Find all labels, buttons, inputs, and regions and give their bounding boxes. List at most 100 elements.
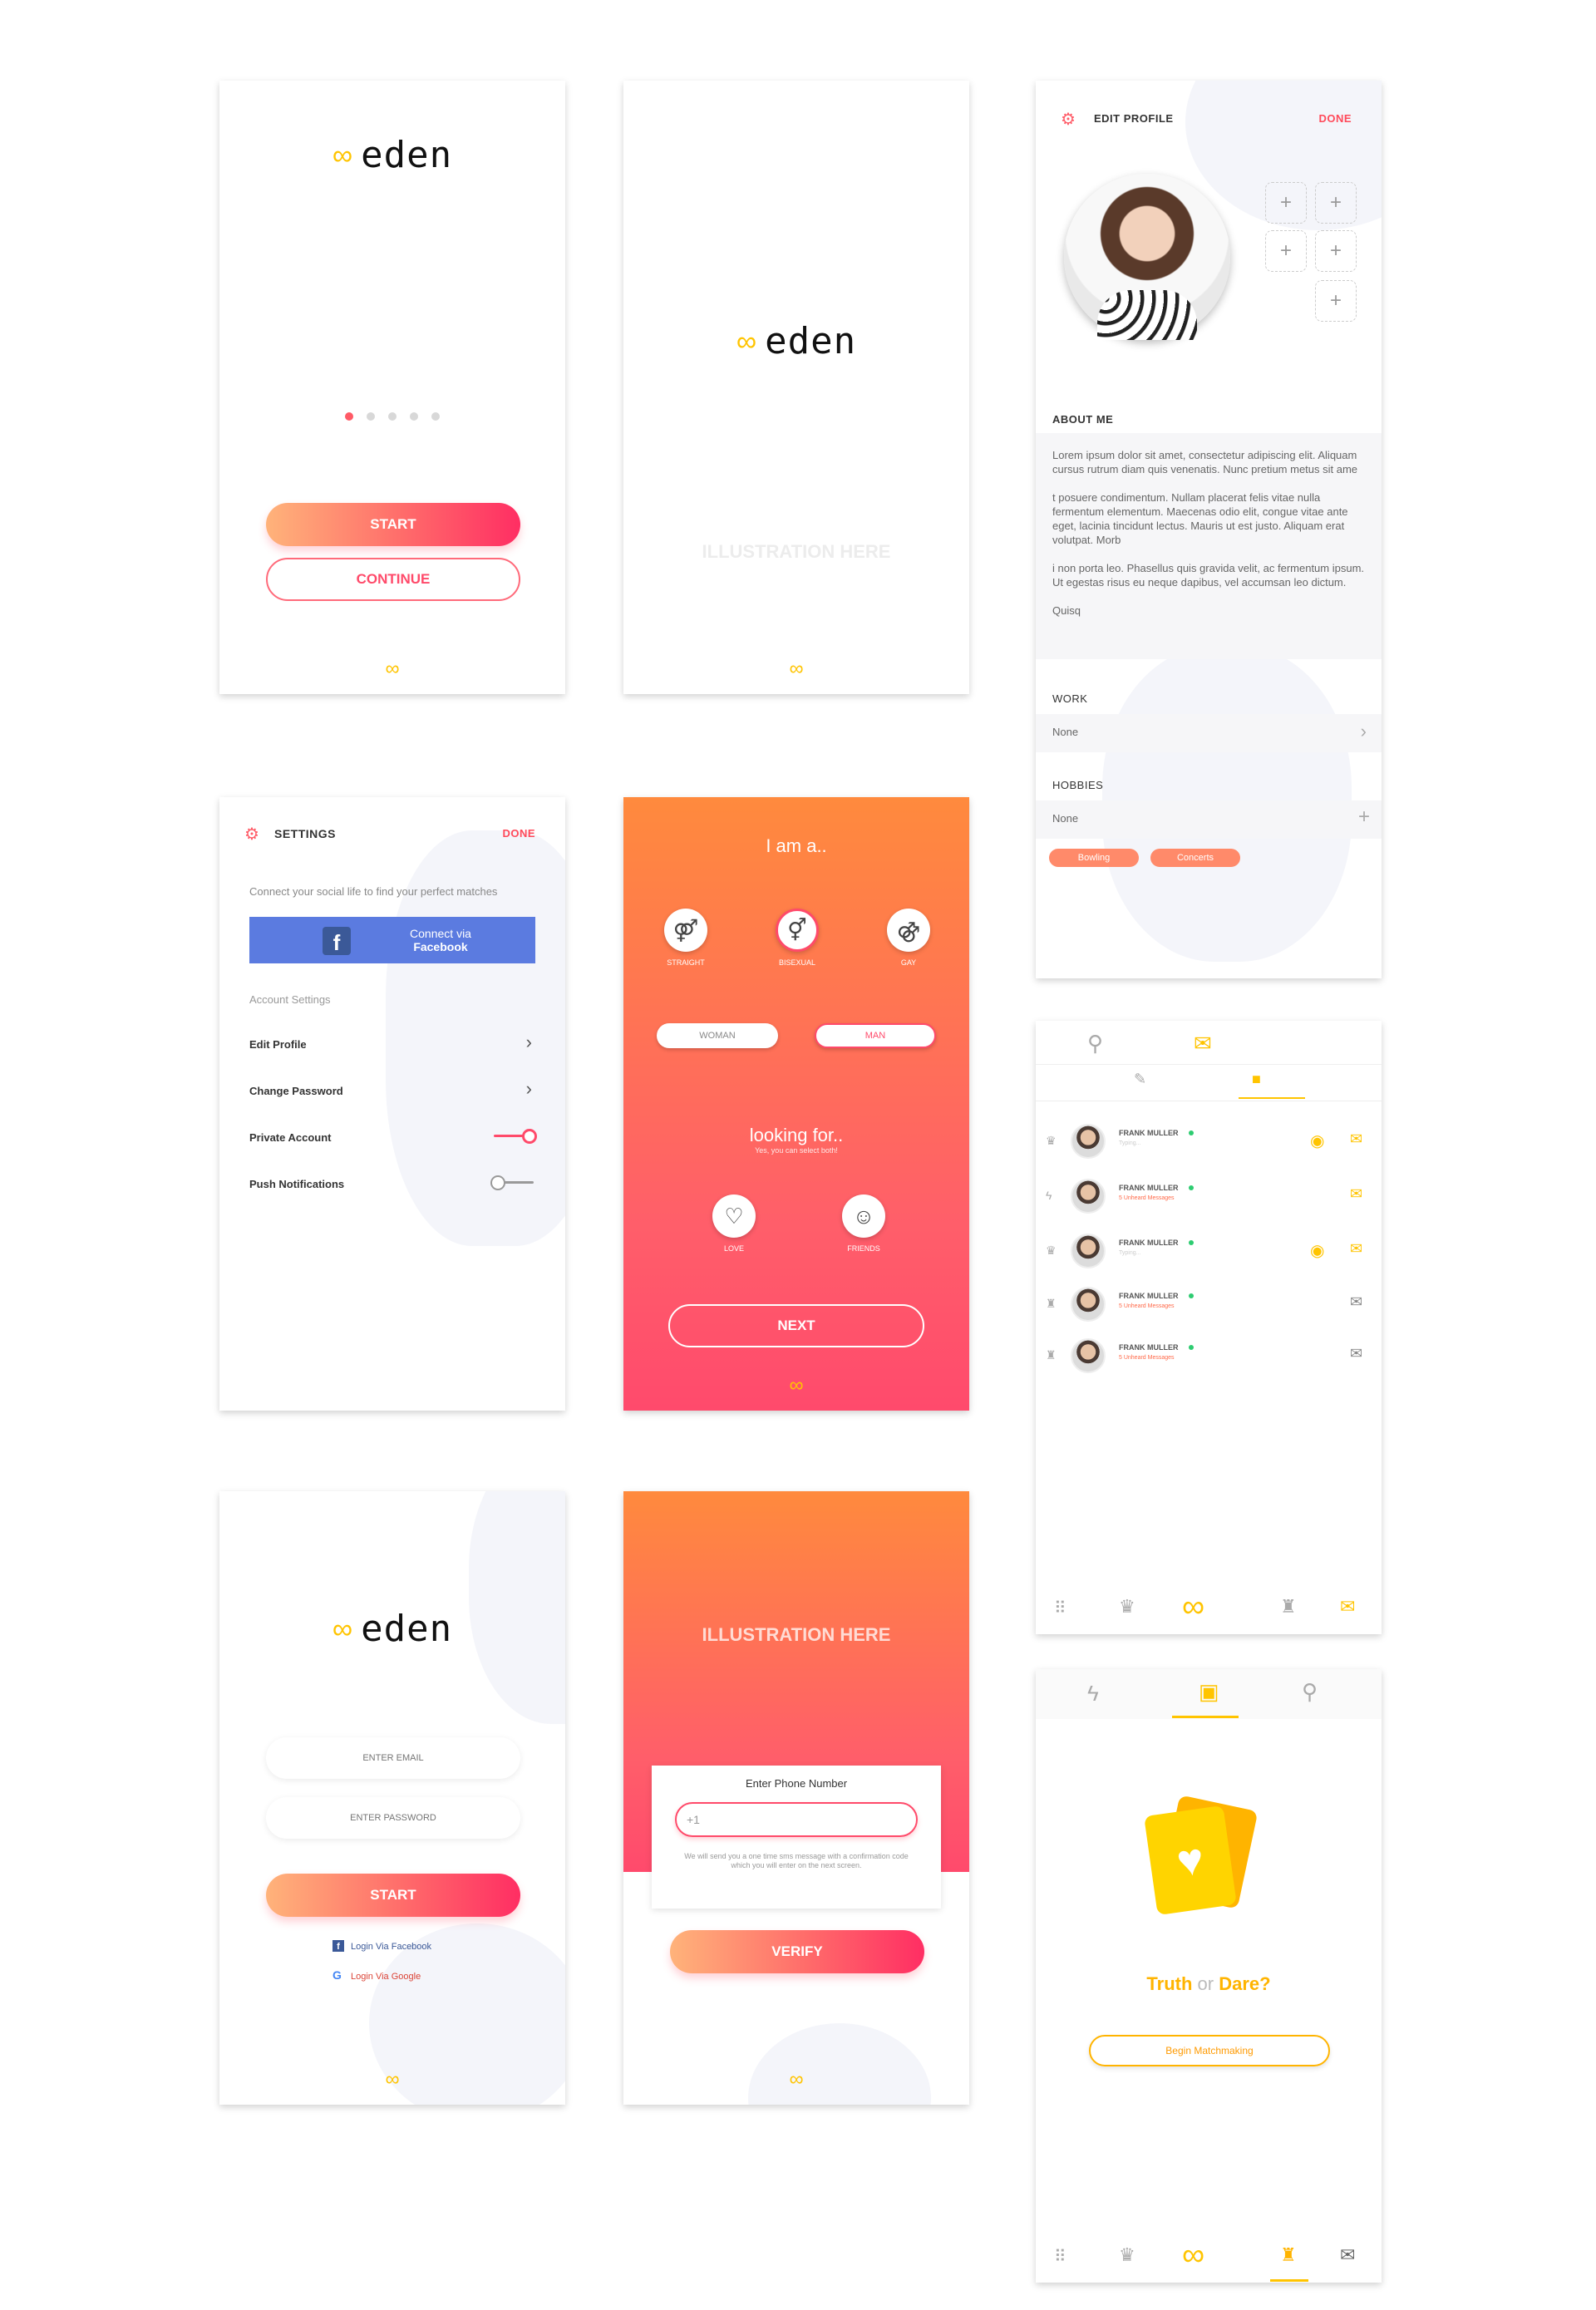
settings-screen: ⚙ SETTINGS DONE Connect your social life… <box>219 797 565 1411</box>
play-icon[interactable]: ◉ <box>1310 1240 1324 1261</box>
chat-icon[interactable]: ✉ <box>1340 2244 1355 2266</box>
page-dot[interactable] <box>431 412 440 421</box>
conversation-row[interactable]: ♜ FRANK MULLER 5 Unheard Messages ✉ <box>1036 1283 1382 1333</box>
footer-infinity-icon: ∞ <box>789 2068 804 2091</box>
page-dot[interactable] <box>345 412 353 421</box>
edit-profile-item[interactable]: Edit Profile <box>249 1038 307 1051</box>
chat-icon[interactable]: ✉ <box>1350 1345 1362 1362</box>
straight-icon: ⚤ <box>664 909 707 952</box>
hobby-tag[interactable]: Concerts <box>1150 849 1240 867</box>
verify-button[interactable]: VERIFY <box>670 1930 924 1973</box>
begin-matchmaking-button[interactable]: Begin Matchmaking <box>1089 2035 1330 2066</box>
chat-icon[interactable]: ✉ <box>1350 1293 1362 1311</box>
password-input[interactable] <box>266 1797 520 1839</box>
login-screen: ∞ eden START fLogin Via Facebook GLogin … <box>219 1491 565 2105</box>
gear-icon[interactable]: ⚙ <box>244 824 259 845</box>
infinity-icon[interactable]: ∞ <box>1182 2238 1204 2273</box>
splash-screen: ∞ eden ILLUSTRATION HERE ∞ <box>623 81 969 694</box>
looking-for-heading: looking for.. <box>749 1125 844 1145</box>
hobbies-field[interactable]: None + <box>1036 800 1382 839</box>
add-photo-button[interactable]: + <box>1315 230 1357 272</box>
login-google-link[interactable]: G Login Via Google <box>332 1968 421 1982</box>
friends-option[interactable]: ☺ FRIENDS <box>833 1194 894 1253</box>
trophy-icon[interactable]: ♜ <box>1280 2244 1297 2266</box>
runner-icon[interactable]: ⚲ <box>1087 1031 1103 1056</box>
page-dot[interactable] <box>367 412 375 421</box>
infinity-icon[interactable]: ∞ <box>1182 1589 1204 1625</box>
game-title: Truth or Dare? <box>1146 1973 1271 1994</box>
chat-icon[interactable]: ✉ <box>1350 1185 1362 1203</box>
straight-option[interactable]: ⚤ STRAIGHT <box>655 909 717 967</box>
eden-logo: ∞ eden <box>332 134 453 176</box>
about-textarea[interactable]: Lorem ipsum dolor sit amet, consectetur … <box>1036 433 1382 659</box>
active-nav-indicator <box>1270 2279 1308 2282</box>
chat-icon[interactable]: ✉ <box>1340 1596 1355 1618</box>
heart-icon: ♡ <box>712 1194 756 1238</box>
chevron-right-icon: › <box>525 1032 532 1052</box>
conversation-row[interactable]: ϟ FRANK MULLER 5 Unheard Messages ✉ <box>1036 1175 1382 1225</box>
start-button[interactable]: START <box>266 503 520 546</box>
conversation-row[interactable]: ♛ FRANK MULLER Typing... ◉ ✉ <box>1036 1121 1382 1170</box>
add-photo-button[interactable]: + <box>1265 182 1307 224</box>
profile-photo[interactable] <box>1064 174 1230 340</box>
crown-icon: ♛ <box>1046 1244 1057 1257</box>
facebook-icon: f <box>323 927 351 955</box>
crown-icon[interactable]: ♛ <box>1119 2244 1135 2266</box>
gay-option[interactable]: ⚣ GAY <box>878 909 939 967</box>
footer-infinity-icon: ∞ <box>385 658 400 680</box>
card-icon[interactable]: ▣ <box>1199 1679 1219 1705</box>
private-account-toggle[interactable] <box>494 1126 539 1146</box>
page-dot[interactable] <box>388 412 397 421</box>
conversation-row[interactable]: ♛ FRANK MULLER Typing... ◉ ✉ <box>1036 1230 1382 1280</box>
gear-icon[interactable]: ⚙ <box>1061 109 1076 130</box>
login-facebook-link[interactable]: f Login Via Facebook <box>332 1940 431 1952</box>
chat-icon[interactable]: ✉ <box>1350 1240 1362 1258</box>
grid-icon[interactable]: ⠿ <box>1054 1598 1066 1618</box>
done-button[interactable]: DONE <box>1318 112 1352 125</box>
phone-input[interactable]: +1 <box>675 1802 918 1837</box>
paperclip-icon[interactable]: ✎ <box>1134 1071 1146 1088</box>
smile-icon: ☺ <box>842 1194 885 1238</box>
bisexual-icon: ⚥ <box>776 909 819 952</box>
footer-infinity-icon: ∞ <box>789 1374 804 1396</box>
email-input[interactable] <box>266 1737 520 1779</box>
online-indicator <box>1189 1345 1194 1350</box>
push-notifications-label: Push Notifications <box>249 1178 345 1190</box>
done-button[interactable]: DONE <box>502 827 535 840</box>
page-dot[interactable] <box>410 412 418 421</box>
infinity-icon: ∞ <box>332 139 353 171</box>
conversation-row[interactable]: ♜ FRANK MULLER 5 Unheard Messages ✉ <box>1036 1335 1382 1385</box>
play-icon[interactable]: ◉ <box>1310 1130 1324 1151</box>
grid-icon[interactable]: ⠿ <box>1054 2246 1066 2267</box>
footer-infinity-icon: ∞ <box>789 658 804 680</box>
push-notifications-toggle[interactable] <box>490 1173 535 1193</box>
chat-icon[interactable]: ✉ <box>1350 1130 1362 1148</box>
add-photo-button[interactable]: + <box>1315 280 1357 322</box>
heart-icon: ♥ <box>1144 1805 1237 1916</box>
eden-logo: ∞ eden <box>736 320 857 362</box>
card-title: Enter Phone Number <box>745 1777 848 1790</box>
illustration-placeholder: ILLUSTRATION HERE <box>702 541 891 562</box>
change-password-item[interactable]: Change Password <box>249 1085 343 1097</box>
add-photo-button[interactable]: + <box>1315 182 1357 224</box>
add-photo-button[interactable]: + <box>1265 230 1307 272</box>
woman-option[interactable]: WOMAN <box>657 1023 778 1048</box>
plus-icon[interactable]: + <box>1358 805 1370 829</box>
continue-button[interactable]: CONTINUE <box>266 558 520 601</box>
hobby-tag[interactable]: Bowling <box>1049 849 1139 867</box>
trophy-icon[interactable]: ♜ <box>1280 1596 1297 1618</box>
crown-icon[interactable]: ♛ <box>1119 1596 1135 1618</box>
lightning-icon[interactable]: ϟ <box>1087 1681 1099 1707</box>
runner-icon[interactable]: ⚲ <box>1302 1679 1318 1705</box>
work-field[interactable]: None › <box>1036 714 1382 752</box>
phone-verify-screen: ILLUSTRATION HERE Enter Phone Number +1 … <box>623 1491 969 2105</box>
note-icon[interactable]: ■ <box>1252 1071 1261 1088</box>
bisexual-option[interactable]: ⚥ BISEXUAL <box>766 909 828 967</box>
connect-facebook-button[interactable]: f Connect via Facebook <box>249 917 535 963</box>
chat-icon[interactable]: ✉ <box>1194 1031 1212 1056</box>
eden-logo: ∞ eden <box>332 1608 453 1650</box>
start-button[interactable]: START <box>266 1874 520 1917</box>
man-option[interactable]: MAN <box>815 1023 936 1048</box>
love-option[interactable]: ♡ LOVE <box>703 1194 765 1253</box>
next-button[interactable]: NEXT <box>668 1304 924 1347</box>
